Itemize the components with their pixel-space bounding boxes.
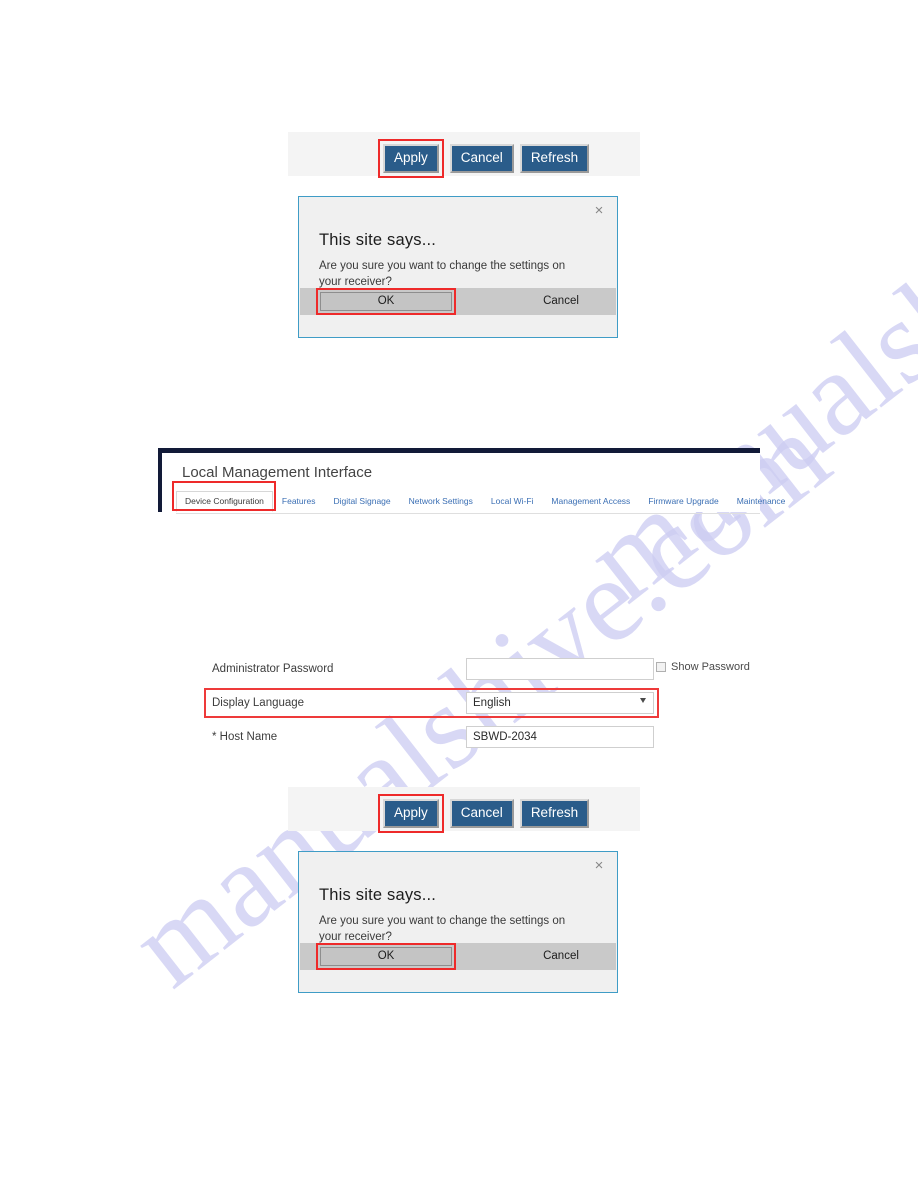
apply-button[interactable]: Apply	[383, 144, 439, 173]
dialog-ok-button[interactable]: OK	[320, 947, 452, 966]
dialog-message: Are you sure you want to change the sett…	[319, 260, 566, 288]
dialog-cancel-button[interactable]: Cancel	[496, 948, 626, 965]
host-name-label: * Host Name	[212, 731, 278, 743]
tab-firmware-upgrade[interactable]: Firmware Upgrade	[639, 491, 727, 511]
local-management-panel: Local Management Interface Device Config…	[158, 448, 785, 514]
tab-device-configuration[interactable]: Device Configuration	[176, 491, 273, 512]
tab-bar: Device Configuration Features Digital Si…	[176, 491, 785, 514]
administrator-password-input[interactable]	[466, 658, 654, 680]
apply-button[interactable]: Apply	[383, 799, 439, 828]
close-icon[interactable]: ×	[591, 858, 607, 874]
close-icon[interactable]: ×	[591, 203, 607, 219]
chevron-down-icon	[640, 698, 646, 703]
refresh-button[interactable]: Refresh	[519, 799, 590, 828]
action-button-row-top: Apply Cancel Refresh	[378, 139, 590, 178]
display-language-row: Display Language English	[204, 686, 664, 720]
device-configuration-form: Administrator Password Show Password Dis…	[204, 652, 750, 754]
tab-network-settings[interactable]: Network Settings	[400, 491, 482, 511]
ok-button-highlight: OK	[316, 288, 456, 315]
show-password-control[interactable]: Show Password	[656, 661, 750, 673]
dialog-title: This site says...	[319, 886, 437, 904]
display-language-label: Display Language	[212, 697, 305, 709]
tab-local-wifi[interactable]: Local Wi-Fi	[482, 491, 543, 511]
dialog-title: This site says...	[319, 231, 437, 249]
administrator-password-label: Administrator Password	[212, 663, 334, 675]
tab-management-access[interactable]: Management Access	[542, 491, 639, 511]
cancel-button[interactable]: Cancel	[449, 144, 514, 173]
confirm-dialog-top: × This site says... Are you sure you wan…	[298, 196, 618, 338]
host-name-input[interactable]: SBWD-2034	[466, 726, 654, 748]
tab-features[interactable]: Features	[273, 491, 325, 511]
action-button-row-bottom: Apply Cancel Refresh	[378, 794, 590, 833]
tab-digital-signage[interactable]: Digital Signage	[324, 491, 399, 511]
ok-button-highlight: OK	[316, 943, 456, 970]
page-title: Local Management Interface	[182, 464, 373, 481]
cancel-button[interactable]: Cancel	[449, 799, 514, 828]
dialog-cancel-button[interactable]: Cancel	[496, 293, 626, 310]
dialog-ok-button[interactable]: OK	[320, 292, 452, 311]
page-watermark: manualshive.com manualshive.com	[0, 0, 918, 1188]
show-password-checkbox[interactable]	[656, 662, 666, 672]
display-language-value: English	[473, 697, 511, 709]
show-password-label: Show Password	[671, 661, 750, 673]
administrator-password-row: Administrator Password Show Password	[204, 652, 750, 686]
tab-maintenance[interactable]: Maintenance	[728, 491, 795, 511]
dialog-footer: OK Cancel	[300, 288, 616, 315]
apply-button-highlight-bottom: Apply	[378, 794, 444, 833]
dialog-footer: OK Cancel	[300, 943, 616, 970]
apply-button-highlight-top: Apply	[378, 139, 444, 178]
refresh-button[interactable]: Refresh	[519, 144, 590, 173]
dialog-message: Are you sure you want to change the sett…	[319, 915, 566, 943]
host-name-row: * Host Name SBWD-2034	[204, 720, 664, 754]
display-language-select[interactable]: English	[466, 692, 654, 714]
confirm-dialog-bottom: × This site says... Are you sure you wan…	[298, 851, 618, 993]
